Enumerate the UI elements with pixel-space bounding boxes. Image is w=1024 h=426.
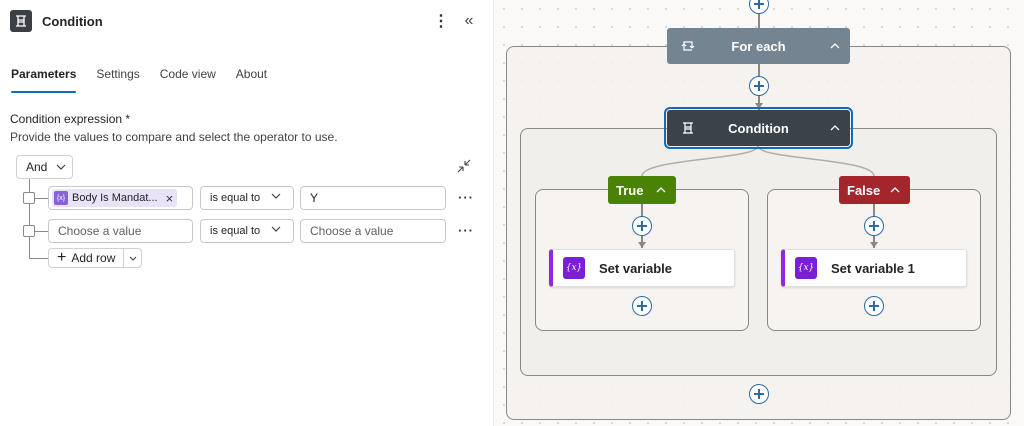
condition-icon [10, 10, 32, 32]
chevron-down-icon [271, 193, 281, 199]
row-1-left-operand[interactable]: {x} Body Is Mandat... × [48, 186, 193, 210]
tree-connector [35, 231, 48, 232]
designer-canvas[interactable]: For each Condition True False {x} Set va… [495, 0, 1024, 426]
tree-connector [29, 258, 48, 259]
tab-about[interactable]: About [236, 66, 267, 94]
chevron-up-icon[interactable] [830, 125, 840, 131]
false-branch-header[interactable]: False [839, 176, 910, 204]
true-label: True [616, 182, 644, 198]
tab-parameters[interactable]: Parameters [11, 66, 77, 94]
row-2-operator-dropdown[interactable]: is equal to [200, 219, 294, 243]
action-label: Set variable [599, 260, 672, 276]
condition-expression-label: Condition expression * [10, 112, 131, 126]
chevron-down-icon [271, 226, 281, 232]
loop-icon [681, 41, 695, 51]
left-operand-placeholder: Choose a value [58, 224, 142, 238]
connector-arrow [638, 242, 646, 248]
row-2-left-operand[interactable]: Choose a value [48, 219, 193, 243]
row-checkbox[interactable] [23, 192, 35, 204]
operator-value: is equal to [210, 225, 261, 237]
row-1-right-operand[interactable]: Y [300, 186, 446, 210]
chevron-down-icon [129, 256, 136, 261]
operator-value: is equal to [210, 192, 261, 204]
set-variable-1-action[interactable]: {x} Set variable 1 [781, 249, 967, 287]
set-variable-action[interactable]: {x} Set variable [549, 249, 735, 287]
row-1-more-icon[interactable]: ··· [458, 190, 474, 206]
row-2-right-operand[interactable]: Choose a value [300, 219, 446, 243]
add-step-after-false-button[interactable] [864, 296, 884, 316]
right-operand-value: Y [310, 191, 319, 205]
tree-connector [35, 198, 48, 199]
add-step-after-true-button[interactable] [632, 296, 652, 316]
chevron-up-icon[interactable] [656, 187, 666, 193]
chevron-down-icon [56, 164, 66, 170]
panel-tabs: Parameters Settings Code view About [11, 66, 287, 94]
chevron-up-icon[interactable] [890, 187, 900, 193]
collapse-group-icon[interactable] [456, 158, 472, 174]
add-step-false-button[interactable] [864, 216, 884, 236]
chevron-up-icon[interactable] [830, 43, 840, 49]
remove-token-icon[interactable]: × [166, 191, 174, 206]
tab-code-view[interactable]: Code view [160, 66, 216, 94]
token-label: Body Is Mandat... [72, 192, 158, 204]
row-2-more-icon[interactable]: ··· [458, 223, 474, 239]
collapse-panel-icon[interactable]: « [461, 9, 477, 33]
add-row-button[interactable]: + Add row [48, 248, 142, 268]
for-each-action[interactable]: For each [667, 28, 850, 64]
action-label: Set variable 1 [831, 260, 915, 276]
panel-header: Condition ⋮ « [10, 9, 485, 33]
tree-connector [29, 179, 30, 258]
plus-icon: + [57, 249, 67, 266]
add-row-main[interactable]: + Add row [49, 249, 115, 267]
right-operand-placeholder: Choose a value [310, 224, 394, 238]
add-row-menu-button[interactable] [123, 249, 141, 267]
variable-icon: {x} [795, 257, 817, 279]
false-label: False [847, 182, 881, 198]
row-checkbox[interactable] [23, 225, 35, 237]
add-step-true-button[interactable] [632, 216, 652, 236]
condition-action[interactable]: Condition [664, 107, 853, 149]
add-step-bottom-button[interactable] [749, 384, 769, 404]
add-row-label: Add row [71, 251, 116, 265]
condition-icon [683, 122, 693, 134]
condition-details-panel: Condition ⋮ « Parameters Settings Code v… [0, 0, 494, 426]
variable-icon: {x} [563, 257, 585, 279]
group-operator-value: And [26, 160, 48, 174]
row-1-operator-dropdown[interactable]: is equal to [200, 186, 294, 210]
group-operator-dropdown[interactable]: And [16, 155, 73, 179]
connector-arrow [870, 242, 878, 248]
dynamic-content-token[interactable]: {x} Body Is Mandat... × [52, 189, 178, 207]
panel-title: Condition [42, 13, 103, 29]
condition-expression-help: Provide the values to compare and select… [10, 130, 338, 144]
tab-settings[interactable]: Settings [96, 66, 139, 94]
variable-icon: {x} [54, 191, 68, 205]
true-branch-header[interactable]: True [608, 176, 676, 204]
more-options-icon[interactable]: ⋮ [433, 9, 449, 33]
